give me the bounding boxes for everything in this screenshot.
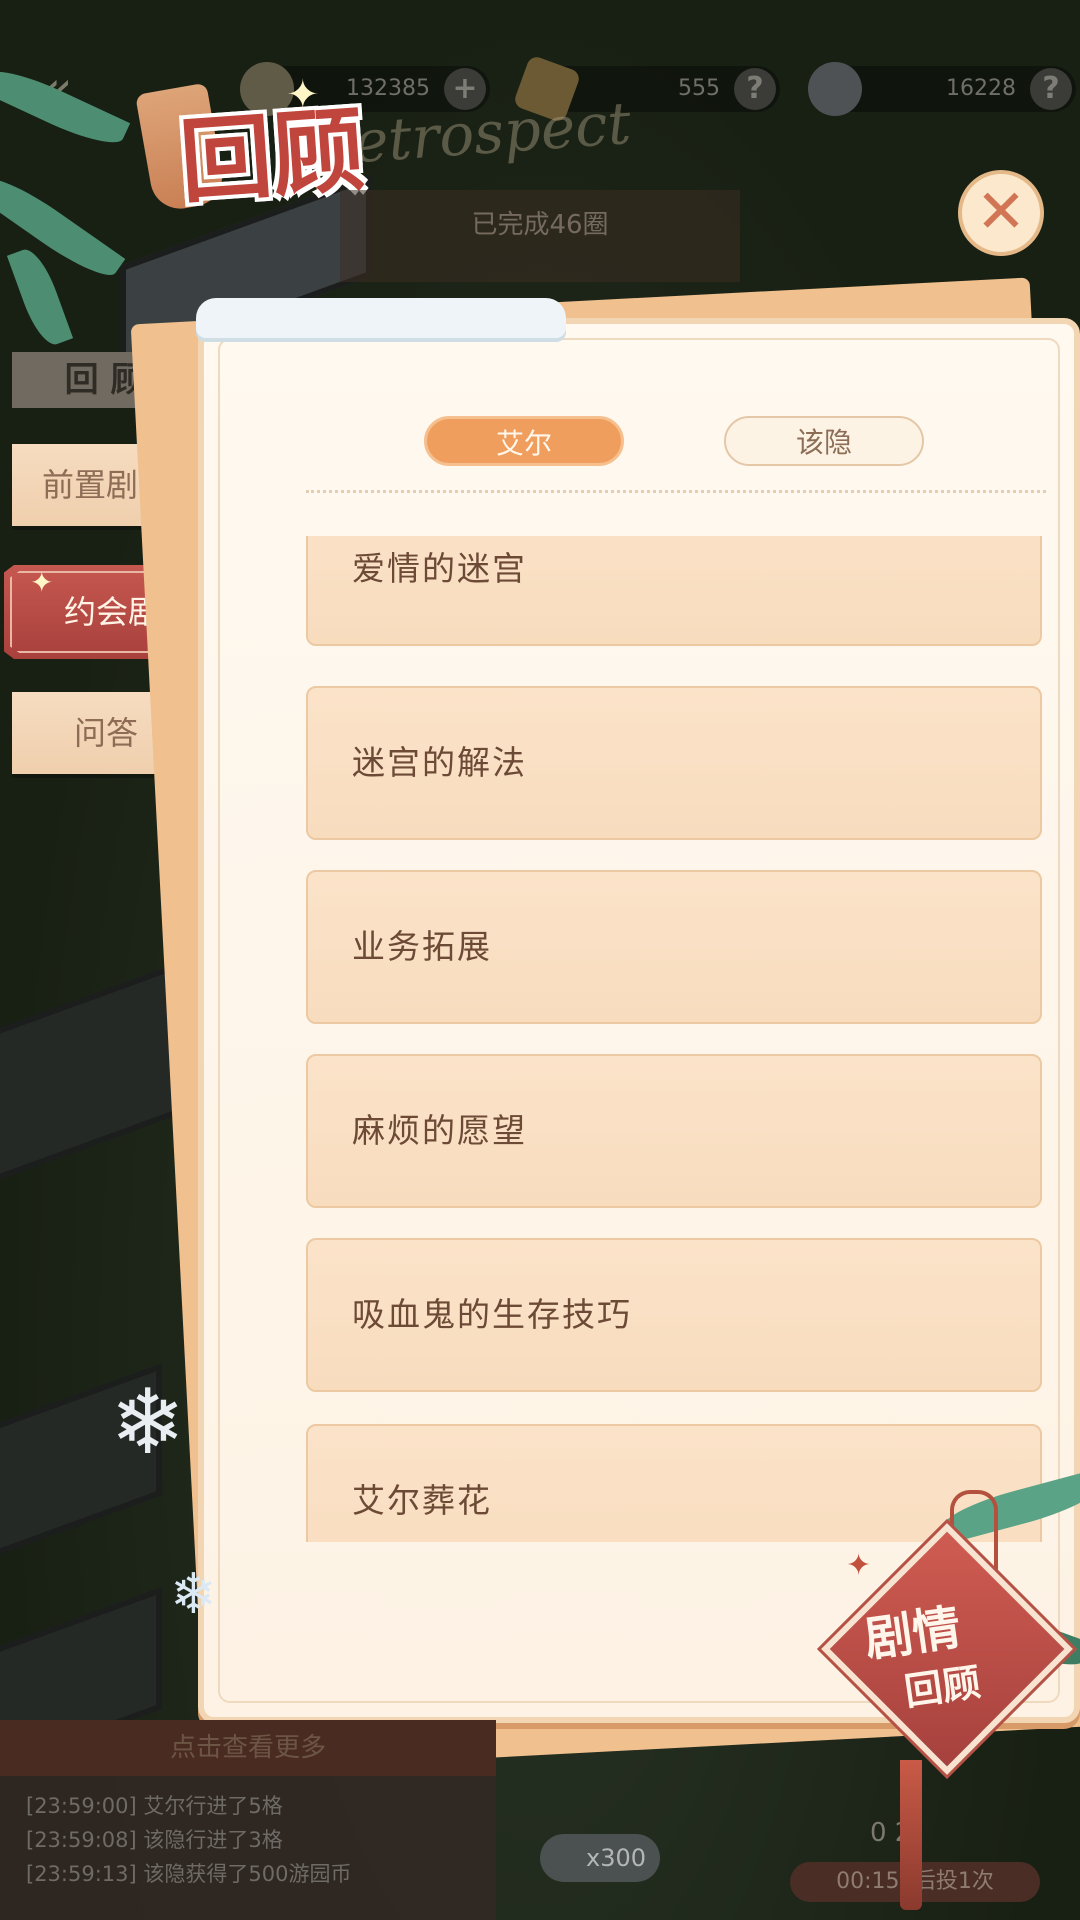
- divider: [306, 490, 1046, 493]
- gem-value: 555: [678, 76, 720, 101]
- sparkle-icon: ✦: [30, 566, 54, 599]
- story-item[interactable]: 麻烦的愿望: [306, 1054, 1042, 1208]
- tab-character-gai-yin[interactable]: 该隐: [724, 416, 924, 466]
- story-item[interactable]: 爱情的迷宫: [306, 536, 1042, 646]
- badge-tassel: [900, 1760, 922, 1910]
- snow-decoration: [196, 298, 566, 338]
- sparkle-icon: ✦: [286, 72, 320, 118]
- tab-character-ai-er[interactable]: 艾尔: [424, 416, 624, 466]
- log-header[interactable]: 点击查看更多: [0, 1720, 496, 1776]
- token-counter: 16228 ?: [808, 62, 1076, 116]
- log-entry: [23:59:13] 该隐获得了500游园币: [26, 1862, 352, 1886]
- progress-banner: 已完成46圈: [340, 190, 740, 282]
- snowflake-icon: ❄: [110, 1370, 186, 1475]
- story-item[interactable]: 艾尔葬花: [306, 1424, 1042, 1542]
- gem-help-button[interactable]: ?: [734, 68, 776, 110]
- story-list[interactable]: 爱情的迷宫 迷宫的解法 业务拓展 麻烦的愿望 吸血鬼的生存技巧 艾尔葬花: [300, 536, 1050, 1542]
- completed-laps-text: 已完成46圈: [471, 210, 609, 240]
- close-button[interactable]: ✕: [958, 170, 1044, 256]
- token-help-button[interactable]: ?: [1030, 68, 1072, 110]
- token-value: 16228: [946, 76, 1016, 101]
- badge-text-line2: 回顾: [901, 1658, 984, 1715]
- story-item[interactable]: 迷宫的解法: [306, 686, 1042, 840]
- snowflake-icon: ❄: [170, 1562, 217, 1627]
- page-title: 回顾: [176, 95, 368, 217]
- token-icon: [808, 62, 862, 116]
- log-entry: [23:59:00] 艾尔行进了5格: [26, 1794, 283, 1818]
- dice-count-badge: x300: [540, 1834, 660, 1882]
- log-entry: [23:59:08] 该隐行进了3格: [26, 1828, 283, 1852]
- story-item[interactable]: 业务拓展: [306, 870, 1042, 1024]
- sparkle-icon: ✦: [846, 1548, 872, 1583]
- story-item[interactable]: 吸血鬼的生存技巧: [306, 1238, 1042, 1392]
- event-log: [23:59:00] 艾尔行进了5格 [23:59:08] 该隐行进了3格 [2…: [0, 1776, 496, 1920]
